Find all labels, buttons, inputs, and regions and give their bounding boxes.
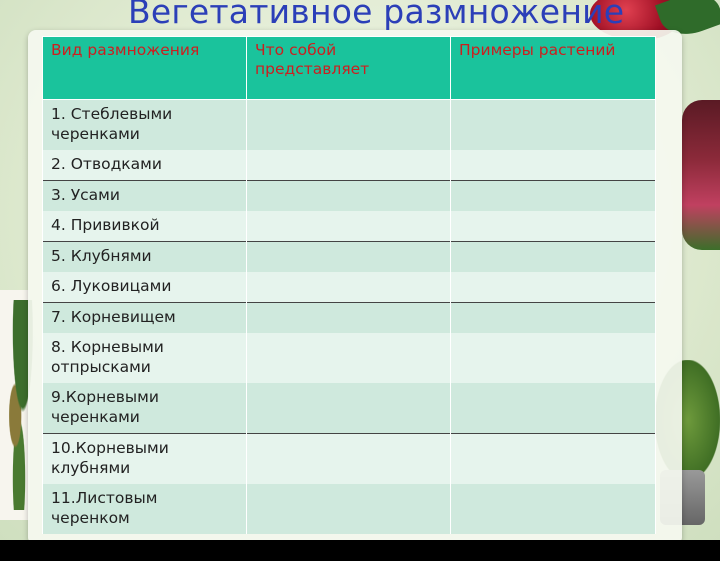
plant-illustration-right xyxy=(682,100,720,250)
table-row: 10.Корневыми клубнями xyxy=(42,433,656,484)
header-examples: Примеры растений xyxy=(450,36,656,100)
cell-type: 11.Листовым черенком xyxy=(42,484,247,534)
cell-type: 8. Корневыми отпрысками xyxy=(42,333,247,383)
table-row: 4. Прививкой xyxy=(42,211,656,242)
cell-examples[interactable] xyxy=(450,99,656,150)
cell-type: 5. Клубнями xyxy=(42,241,247,272)
cell-description[interactable] xyxy=(246,302,451,333)
table-row: 11.Листовым черенком xyxy=(42,484,656,534)
table-row: 2. Отводками xyxy=(42,150,656,181)
cell-examples[interactable] xyxy=(450,333,656,383)
cell-examples[interactable] xyxy=(450,302,656,333)
cell-examples[interactable] xyxy=(450,272,656,303)
table-row: 8. Корневыми отпрысками xyxy=(42,333,656,383)
cell-type: 4. Прививкой xyxy=(42,211,247,242)
cell-examples[interactable] xyxy=(450,484,656,534)
cell-description[interactable] xyxy=(246,241,451,272)
cell-description[interactable] xyxy=(246,150,451,181)
cell-examples[interactable] xyxy=(450,383,656,434)
cell-examples[interactable] xyxy=(450,433,656,484)
table-row: 3. Усами xyxy=(42,180,656,211)
cell-type: 2. Отводками xyxy=(42,150,247,181)
cell-type: 10.Корневыми клубнями xyxy=(42,433,247,484)
cell-examples[interactable] xyxy=(450,150,656,181)
cell-type: 7. Корневищем xyxy=(42,302,247,333)
cell-description[interactable] xyxy=(246,333,451,383)
cell-examples[interactable] xyxy=(450,241,656,272)
table-header-row: Вид размножения Что собой представляет П… xyxy=(42,36,656,100)
table-row: 6. Луковицами xyxy=(42,272,656,303)
cell-type: 6. Луковицами xyxy=(42,272,247,303)
header-description: Что собой представляет xyxy=(246,36,451,100)
table-row: 9.Корневыми черенками xyxy=(42,383,656,434)
cell-description[interactable] xyxy=(246,180,451,211)
cell-description[interactable] xyxy=(246,272,451,303)
table-row: 7. Корневищем xyxy=(42,302,656,333)
propagation-table: Вид размножения Что собой представляет П… xyxy=(42,36,656,534)
cell-description[interactable] xyxy=(246,484,451,534)
cell-type: 1. Стеблевыми черенками xyxy=(42,99,247,150)
table-row: 1. Стеблевыми черенками xyxy=(42,99,656,150)
cell-type: 9.Корневыми черенками xyxy=(42,383,247,434)
cell-type: 3. Усами xyxy=(42,180,247,211)
cell-description[interactable] xyxy=(246,383,451,434)
cell-description[interactable] xyxy=(246,99,451,150)
cell-description[interactable] xyxy=(246,211,451,242)
cell-description[interactable] xyxy=(246,433,451,484)
table-row: 5. Клубнями xyxy=(42,241,656,272)
slide-background: Вегетативное размножение Вид размножения… xyxy=(0,0,720,540)
cell-examples[interactable] xyxy=(450,180,656,211)
bottom-bar xyxy=(0,540,720,561)
slide-title: Вегетативное размножение xyxy=(128,0,625,31)
header-type: Вид размножения xyxy=(42,36,247,100)
cell-examples[interactable] xyxy=(450,211,656,242)
